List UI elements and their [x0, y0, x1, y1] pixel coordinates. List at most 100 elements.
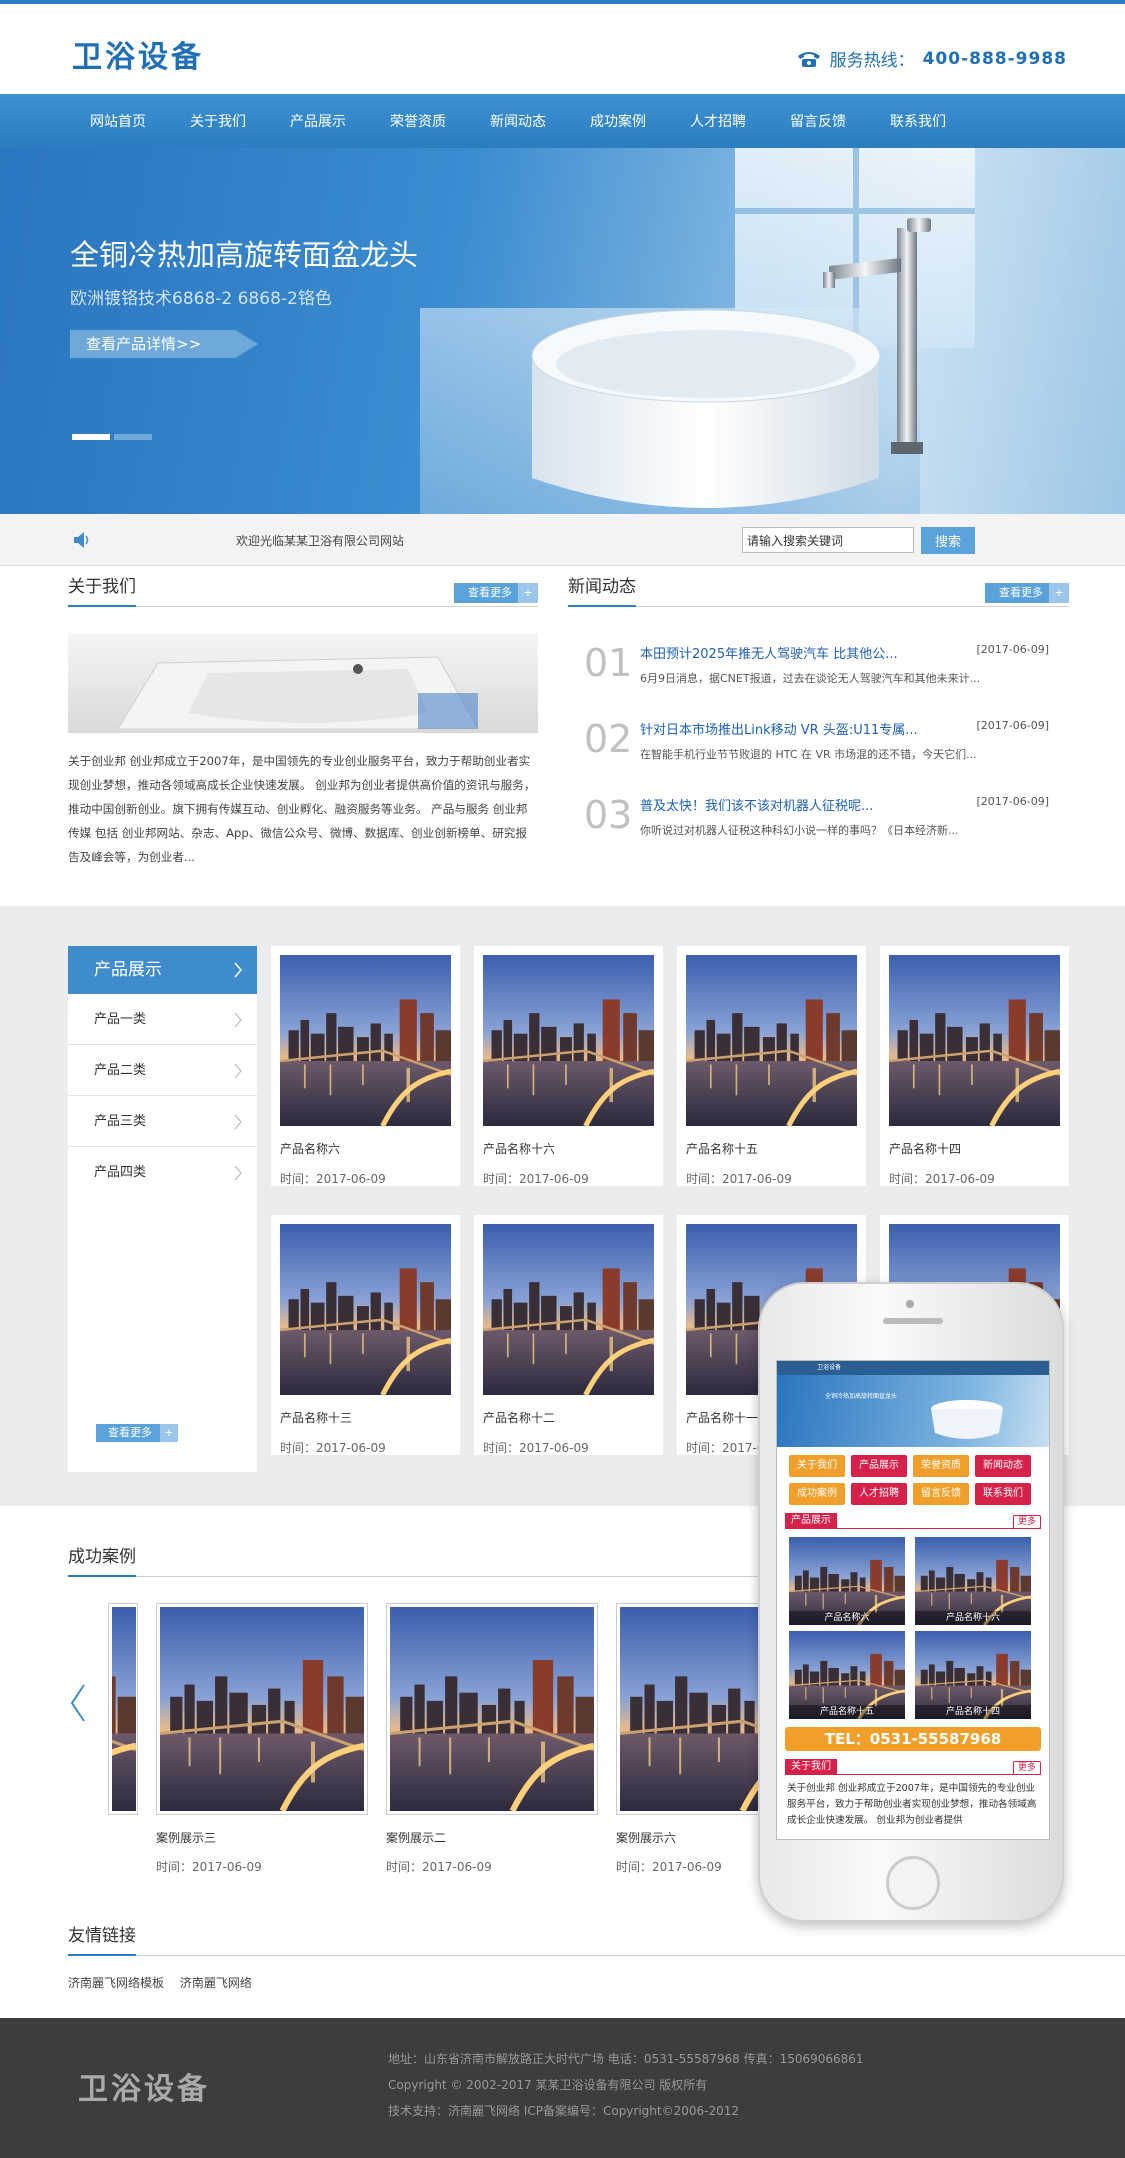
mobile-tel-bar[interactable]: TEL：0531-55587968: [785, 1727, 1041, 1751]
product-name[interactable]: 产品名称十六: [483, 1140, 555, 1157]
product-card[interactable]: 产品名称十三 时间：2017-06-09: [271, 1215, 460, 1455]
mobile-product[interactable]: 产品名称十五: [789, 1631, 905, 1719]
product-date: 时间：2017-06-09: [686, 1172, 792, 1186]
hero-banner[interactable]: 全铜冷热加高旋转面盆龙头 欧洲镀铬技术6868-2 6868-2铬色 查看产品详…: [0, 148, 1125, 514]
news-item[interactable]: 03 普及太快！我们该不该对机器人征税呢... [2017-06-09] 你听说…: [568, 781, 1069, 857]
mobile-products-more[interactable]: 更多: [1012, 1515, 1041, 1529]
product-name[interactable]: 产品名称十四: [889, 1140, 961, 1157]
news-item[interactable]: 01 本田预计2025年推无人驾驶汽车 比其他公... [2017-06-09]…: [568, 629, 1069, 705]
product-date: 时间：2017-06-09: [280, 1441, 386, 1455]
mobile-product-name: 产品名称十六: [915, 1611, 1031, 1625]
product-card[interactable]: 产品名称十六 时间：2017-06-09: [474, 946, 663, 1186]
product-card[interactable]: 产品名称十二 时间：2017-06-09: [474, 1215, 663, 1455]
banner-subtitle: 欧洲镀铬技术6868-2 6868-2铬色: [70, 289, 332, 309]
about-more-button[interactable]: 查看更多: [454, 583, 538, 603]
product-category-2[interactable]: 产品二类: [68, 1045, 257, 1096]
chevron-right-icon: [234, 1063, 242, 1079]
mobile-about-more[interactable]: 更多: [1012, 1761, 1041, 1775]
product-name[interactable]: 产品名称十三: [280, 1409, 352, 1426]
product-category-4[interactable]: 产品四类: [68, 1147, 257, 1198]
mobile-menu-cases[interactable]: 成功案例: [789, 1483, 845, 1505]
product-category-1[interactable]: 产品一类: [68, 994, 257, 1045]
chevron-right-icon: [234, 1012, 242, 1028]
banner-pagination: [72, 434, 152, 440]
news-date: [2017-06-09]: [976, 795, 1049, 808]
case-image-frame[interactable]: [386, 1603, 598, 1815]
product-name[interactable]: 产品名称十一: [686, 1409, 758, 1426]
nav-feedback[interactable]: 留言反馈: [768, 111, 868, 131]
mobile-header: 卫浴设备: [777, 1361, 1049, 1375]
product-image[interactable]: [280, 955, 451, 1126]
mobile-menu-feedback[interactable]: 留言反馈: [913, 1483, 969, 1505]
search-input[interactable]: [742, 527, 914, 553]
product-image[interactable]: [483, 955, 654, 1126]
nav-home[interactable]: 网站首页: [68, 111, 168, 131]
product-card[interactable]: 产品名称十四 时间：2017-06-09: [880, 946, 1069, 1186]
news-more-button[interactable]: 查看更多: [985, 583, 1069, 603]
chevron-left-icon[interactable]: [68, 1683, 88, 1723]
product-image[interactable]: [686, 955, 857, 1126]
site-logo[interactable]: 卫浴设备: [72, 32, 204, 76]
case-card[interactable]: 案例展示三 时间：2017-06-09: [156, 1603, 368, 1875]
mobile-menu-products[interactable]: 产品展示: [851, 1455, 907, 1477]
phone-camera: [906, 1300, 914, 1308]
news-summary: 在智能手机行业节节败退的 HTC 在 VR 市场混的还不错，今天它们...: [640, 748, 977, 761]
product-date: 时间：2017-06-09: [280, 1172, 386, 1186]
product-name[interactable]: 产品名称十五: [686, 1140, 758, 1157]
nav-about[interactable]: 关于我们: [168, 111, 268, 131]
mobile-menu-news[interactable]: 新闻动态: [975, 1455, 1031, 1477]
mobile-banner-text: 全铜冷热加高旋转面盆龙头: [825, 1393, 898, 1400]
product-image[interactable]: [280, 1224, 451, 1395]
product-image[interactable]: [483, 1224, 654, 1395]
product-card[interactable]: 产品名称六 时间：2017-06-09: [271, 946, 460, 1186]
mobile-product[interactable]: 产品名称十四: [915, 1631, 1031, 1719]
friend-link[interactable]: 济南麗飞网络模板: [68, 1976, 164, 1990]
mobile-product[interactable]: 产品名称十六: [915, 1537, 1031, 1625]
nav-cases[interactable]: 成功案例: [568, 111, 668, 131]
mobile-menu-jobs[interactable]: 人才招聘: [851, 1483, 907, 1505]
mobile-menu-honors[interactable]: 荣誉资质: [913, 1455, 969, 1477]
nav-jobs[interactable]: 人才招聘: [668, 111, 768, 131]
friend-link[interactable]: 济南麗飞网络: [180, 1976, 252, 1990]
nav-news[interactable]: 新闻动态: [468, 111, 568, 131]
links-list: 济南麗飞网络模板 济南麗飞网络: [68, 1974, 1125, 1991]
product-name[interactable]: 产品名称十二: [483, 1409, 555, 1426]
case-partial-card[interactable]: [108, 1603, 138, 1815]
mobile-product[interactable]: 产品名称六: [789, 1537, 905, 1625]
mobile-menu-grid: 关于我们 产品展示 荣誉资质 新闻动态 成功案例 人才招聘 留言反馈 联系我们: [777, 1447, 1049, 1509]
case-name[interactable]: 案例展示三: [156, 1829, 368, 1846]
banner-dot-1[interactable]: [72, 434, 110, 440]
products-more-button[interactable]: 查看更多: [96, 1424, 178, 1442]
product-name[interactable]: 产品名称六: [280, 1140, 340, 1157]
mobile-products-bar: 产品展示 更多: [785, 1513, 1041, 1529]
product-date: 时间：2017-06-09: [483, 1172, 589, 1186]
phone-icon: [797, 51, 820, 67]
news-title-link[interactable]: 普及太快！我们该不该对机器人征税呢...: [640, 795, 940, 814]
news-title-link[interactable]: 本田预计2025年推无人驾驶汽车 比其他公...: [640, 643, 940, 662]
case-image-frame[interactable]: [156, 1603, 368, 1815]
about-section: 关于我们 查看更多 关于创业邦 创业邦成立于2007年，是中国领先的专业创业服务…: [68, 567, 538, 869]
banner-detail-button[interactable]: 查看产品详情>>: [70, 330, 258, 358]
hotline-label: 服务热线：: [829, 51, 915, 71]
welcome-text: 欢迎光临某某卫浴有限公司网站: [236, 534, 405, 548]
case-card[interactable]: 案例展示二 时间：2017-06-09: [386, 1603, 598, 1875]
about-header: 关于我们 查看更多: [68, 567, 538, 607]
mobile-menu-about[interactable]: 关于我们: [789, 1455, 845, 1477]
search-button[interactable]: 搜索: [921, 527, 975, 554]
news-item[interactable]: 02 针对日本市场推出Link移动 VR 头盔:U11专属... [2017-0…: [568, 705, 1069, 781]
banner-dot-2[interactable]: [114, 434, 152, 440]
news-number: 01: [584, 641, 633, 685]
product-sidebar-title[interactable]: 产品展示: [68, 946, 257, 994]
product-card[interactable]: 产品名称十五 时间：2017-06-09: [677, 946, 866, 1186]
nav-honors[interactable]: 荣誉资质: [368, 111, 468, 131]
news-title-link[interactable]: 针对日本市场推出Link移动 VR 头盔:U11专属...: [640, 719, 940, 738]
news-header: 新闻动态 查看更多: [568, 567, 1069, 607]
mobile-menu-contact[interactable]: 联系我们: [975, 1483, 1031, 1505]
nav-products[interactable]: 产品展示: [268, 111, 368, 131]
case-name[interactable]: 案例展示二: [386, 1829, 598, 1846]
category-label: 产品四类: [94, 1165, 147, 1180]
nav-contact[interactable]: 联系我们: [868, 111, 968, 131]
product-image[interactable]: [889, 955, 1060, 1126]
footer-logo: 卫浴设备: [78, 2072, 210, 2107]
product-category-3[interactable]: 产品三类: [68, 1096, 257, 1147]
